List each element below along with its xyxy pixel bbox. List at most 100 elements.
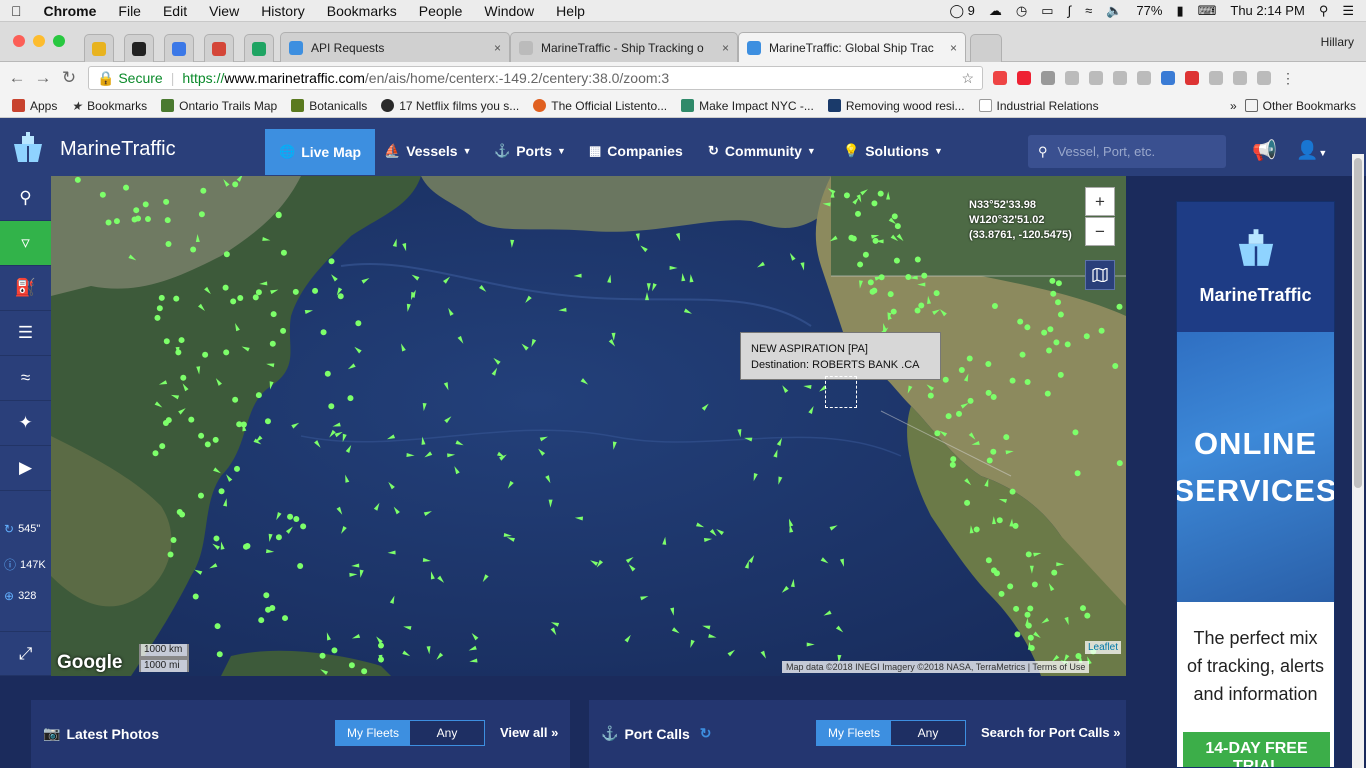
window-zoom-icon[interactable] bbox=[53, 35, 65, 47]
bookmark-removing-wood[interactable]: Removing wood resi... bbox=[827, 99, 965, 113]
vessel-dot[interactable] bbox=[869, 288, 876, 295]
vessel-dot[interactable] bbox=[319, 652, 326, 659]
vessel-dot[interactable] bbox=[871, 200, 878, 207]
bookmark-netflix[interactable]: 17 Netflix films you s... bbox=[381, 99, 519, 113]
pinned-tab-calendar[interactable] bbox=[164, 34, 194, 62]
vessel-dot[interactable] bbox=[165, 417, 172, 424]
vessel-dot[interactable] bbox=[891, 213, 898, 220]
tab-close-icon[interactable]: × bbox=[494, 41, 501, 55]
vessel-dot[interactable] bbox=[1055, 280, 1062, 287]
vessel-dot[interactable] bbox=[1064, 341, 1071, 348]
vessel-dot[interactable] bbox=[862, 251, 869, 258]
vessel-dot[interactable] bbox=[159, 443, 166, 450]
extension-icon-12[interactable] bbox=[1257, 71, 1271, 85]
vessel-dot[interactable] bbox=[204, 441, 211, 448]
vessel-dot[interactable] bbox=[324, 370, 331, 377]
vessel-dot[interactable] bbox=[255, 392, 262, 399]
vessel-dot[interactable] bbox=[1057, 371, 1064, 378]
vessel-dot[interactable] bbox=[877, 190, 884, 197]
vessel-dot[interactable] bbox=[300, 523, 307, 530]
vessel-dot[interactable] bbox=[197, 492, 204, 499]
vessel-dot[interactable] bbox=[894, 223, 901, 230]
vessel-dot[interactable] bbox=[850, 235, 857, 242]
vessel-dot[interactable] bbox=[1116, 460, 1123, 467]
zoom-out-button[interactable]: − bbox=[1085, 217, 1115, 246]
vessel-dot[interactable] bbox=[213, 535, 220, 542]
vessel-dot[interactable] bbox=[1057, 311, 1064, 318]
vessel-dot[interactable] bbox=[843, 192, 850, 199]
menu-bookmarks[interactable]: Bookmarks bbox=[316, 3, 408, 19]
nav-live-map[interactable]: 🌐 Live Map bbox=[265, 129, 376, 175]
vessel-dot[interactable] bbox=[265, 606, 272, 613]
page-scrollbar[interactable] bbox=[1352, 154, 1364, 768]
vessel-dot[interactable] bbox=[1050, 290, 1057, 297]
vessel-dot[interactable] bbox=[212, 436, 219, 443]
vessel-dot[interactable] bbox=[950, 456, 957, 463]
vessel-dot[interactable] bbox=[1007, 583, 1014, 590]
vessel-dot[interactable] bbox=[292, 288, 299, 295]
clock-icon[interactable]: ◷ bbox=[1016, 3, 1027, 19]
battery-level[interactable]: 77% bbox=[1136, 3, 1162, 18]
vessel-dot[interactable] bbox=[986, 457, 993, 464]
vessel-dot[interactable] bbox=[163, 338, 170, 345]
vessel-dot[interactable] bbox=[258, 617, 265, 624]
nav-vessels[interactable]: ⛵ Vessels ▼ bbox=[370, 128, 486, 174]
tab-marinetraffic-active[interactable]: MarineTraffic: Global Ship Trac × bbox=[738, 32, 966, 62]
vessel-dot[interactable] bbox=[990, 448, 997, 455]
vessel-dot[interactable] bbox=[233, 465, 240, 472]
bluetooth-icon[interactable]: ∫ bbox=[1068, 3, 1072, 18]
vessel-dot[interactable] bbox=[1074, 470, 1081, 477]
zoom-in-button[interactable]: + bbox=[1085, 187, 1115, 216]
forward-icon[interactable]: → bbox=[30, 68, 56, 88]
vessel-dot[interactable] bbox=[202, 351, 209, 358]
vessel-dot[interactable] bbox=[1041, 329, 1048, 336]
vessel-dot[interactable] bbox=[144, 216, 151, 223]
vessel-dot[interactable] bbox=[293, 515, 300, 522]
vessel-dot[interactable] bbox=[170, 537, 177, 544]
vessel-dot[interactable] bbox=[198, 432, 205, 439]
vessel-dot[interactable] bbox=[163, 198, 170, 205]
volume-icon[interactable]: 🔈 bbox=[1106, 3, 1122, 19]
vessel-dot[interactable] bbox=[198, 211, 205, 218]
vessel-dot[interactable] bbox=[1027, 634, 1034, 641]
vessel-dot[interactable] bbox=[252, 294, 259, 301]
vessel-dot[interactable] bbox=[223, 349, 230, 356]
vessel-dot[interactable] bbox=[1025, 622, 1032, 629]
cloud-icon[interactable]: ☁ bbox=[989, 3, 1002, 19]
nav-ports[interactable]: ⚓ Ports ▼ bbox=[480, 128, 580, 174]
tab-marinetraffic-1[interactable]: MarineTraffic - Ship Tracking o × bbox=[510, 32, 738, 62]
vessel-dot[interactable] bbox=[264, 418, 271, 425]
vessel-dot[interactable] bbox=[232, 181, 239, 188]
vessel-dot[interactable] bbox=[1014, 631, 1021, 638]
vessel-dot[interactable] bbox=[192, 593, 199, 600]
refresh-icon[interactable]: ↻ bbox=[700, 725, 712, 742]
vessel-dot[interactable] bbox=[297, 563, 304, 570]
vessel-dot[interactable] bbox=[905, 273, 912, 280]
vessel-dot[interactable] bbox=[1047, 326, 1054, 333]
bookmark-listento[interactable]: The Official Listento... bbox=[533, 99, 667, 113]
extension-icon-9[interactable] bbox=[1185, 71, 1199, 85]
vessel-dot[interactable] bbox=[921, 272, 928, 279]
wifi-icon[interactable]: ≈ bbox=[1085, 3, 1092, 18]
profile-name[interactable]: Hillary bbox=[1321, 35, 1354, 49]
extension-icon-11[interactable] bbox=[1233, 71, 1247, 85]
camera-icon[interactable] bbox=[1065, 71, 1079, 85]
new-tab-button[interactable] bbox=[970, 34, 1002, 62]
vessel-dot[interactable] bbox=[190, 246, 197, 253]
vessel-dot[interactable] bbox=[890, 308, 897, 315]
vessel-dot[interactable] bbox=[964, 499, 971, 506]
vessel-dot[interactable] bbox=[1013, 605, 1020, 612]
menu-help[interactable]: Help bbox=[545, 3, 596, 19]
vessel-dot[interactable] bbox=[1079, 605, 1086, 612]
vessel-dot[interactable] bbox=[887, 291, 894, 298]
vessel-dot[interactable] bbox=[1027, 605, 1034, 612]
filter-button[interactable]: ▿ bbox=[0, 221, 51, 266]
vessel-dot[interactable] bbox=[361, 668, 368, 675]
vessel-dot[interactable] bbox=[893, 257, 900, 264]
vessel-dot[interactable] bbox=[1051, 569, 1058, 576]
playback-button[interactable]: ▶ bbox=[0, 446, 51, 491]
vessel-dot[interactable] bbox=[173, 295, 180, 302]
vessel-dot[interactable] bbox=[188, 416, 195, 423]
vessel-dot[interactable] bbox=[113, 218, 120, 225]
vessel-dot[interactable] bbox=[133, 207, 140, 214]
